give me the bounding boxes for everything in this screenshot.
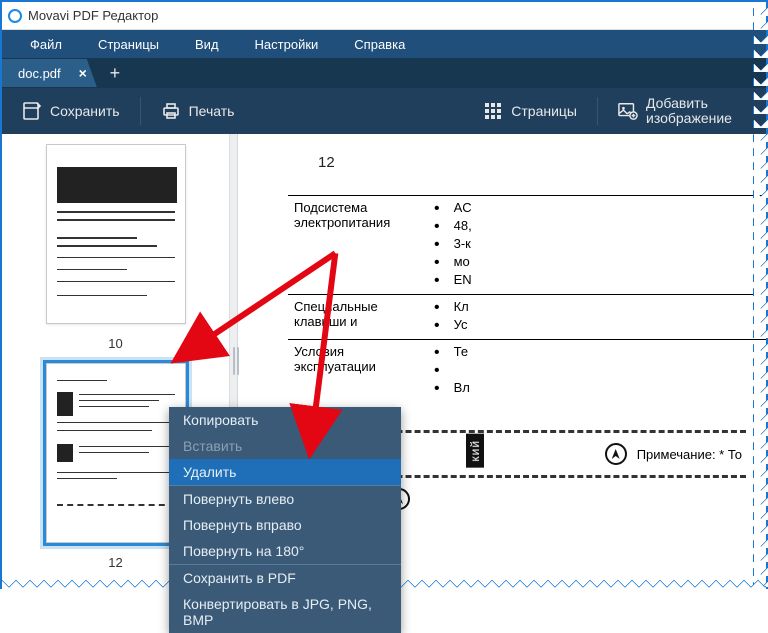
menu-file[interactable]: Файл [12,31,80,58]
torn-edge-right [754,2,768,587]
toolbar: Сохранить Печать Страницы Добавить изобр… [2,88,766,134]
toolbar-separator [597,97,598,125]
tab-bar: doc.pdf × + [2,58,766,88]
row-label: Условия эксплуатации [288,340,428,403]
thumbnail-number: 10 [108,336,122,351]
ctx-rotate-right[interactable]: Повернуть вправо [169,512,401,538]
thumbnail-page-10[interactable] [46,144,186,324]
menu-bar: Файл Страницы Вид Настройки Справка [2,30,766,58]
row-label: Подсистема электропитания [288,196,428,295]
add-image-label: Добавить изображение [646,96,746,127]
add-image-button[interactable]: Добавить изображение [610,90,754,133]
thumbnail-number: 12 [108,555,122,570]
tab-add-button[interactable]: + [97,58,133,88]
save-label: Сохранить [50,103,120,119]
row-label: Специальные клавиши и [288,295,428,340]
print-label: Печать [189,103,235,119]
compass-icon [605,443,627,465]
title-bar: Movavi PDF Редактор [2,2,766,30]
add-image-icon [618,101,638,121]
print-icon [161,101,181,121]
menu-pages[interactable]: Страницы [80,31,177,58]
app-window: Movavi PDF Редактор Файл Страницы Вид На… [0,0,768,589]
window-title: Movavi PDF Редактор [28,8,158,23]
context-menu: Копировать Вставить Удалить Повернуть вл… [169,407,401,633]
spec-table: Подсистема электропитания AC 48, 3-к мо … [288,195,766,402]
ctx-rotate-180[interactable]: Повернуть на 180° [169,538,401,564]
ctx-copy[interactable]: Копировать [169,407,401,433]
ctx-rotate-left[interactable]: Повернуть влево [169,486,401,512]
ctx-convert[interactable]: Конвертировать в JPG, PNG, BMP [169,591,401,633]
tab-close-icon[interactable]: × [79,65,87,81]
note-text: Примечание: * То [637,447,742,462]
pages-label: Страницы [511,103,577,119]
save-icon [22,101,42,121]
app-logo-icon [8,9,22,23]
ctx-save-pdf[interactable]: Сохранить в PDF [169,565,401,591]
table-row: Условия эксплуатации Те Вл [288,340,766,403]
table-row: Специальные клавиши и Кл Ус [288,295,766,340]
side-tab[interactable]: кий [466,434,484,468]
ctx-delete[interactable]: Удалить [169,459,401,485]
save-button[interactable]: Сохранить [14,95,128,127]
menu-help[interactable]: Справка [336,31,423,58]
page-number: 12 [318,154,746,171]
print-button[interactable]: Печать [153,95,243,127]
thumbnail-page-12[interactable] [46,363,186,543]
menu-settings[interactable]: Настройки [237,31,337,58]
grid-icon [483,101,503,121]
menu-view[interactable]: Вид [177,31,237,58]
tab-doc[interactable]: doc.pdf × [2,59,97,87]
toolbar-separator [140,97,141,125]
tab-label: doc.pdf [18,66,61,81]
pages-button[interactable]: Страницы [475,95,585,127]
ctx-paste: Вставить [169,433,401,459]
table-row: Подсистема электропитания AC 48, 3-к мо … [288,196,766,295]
